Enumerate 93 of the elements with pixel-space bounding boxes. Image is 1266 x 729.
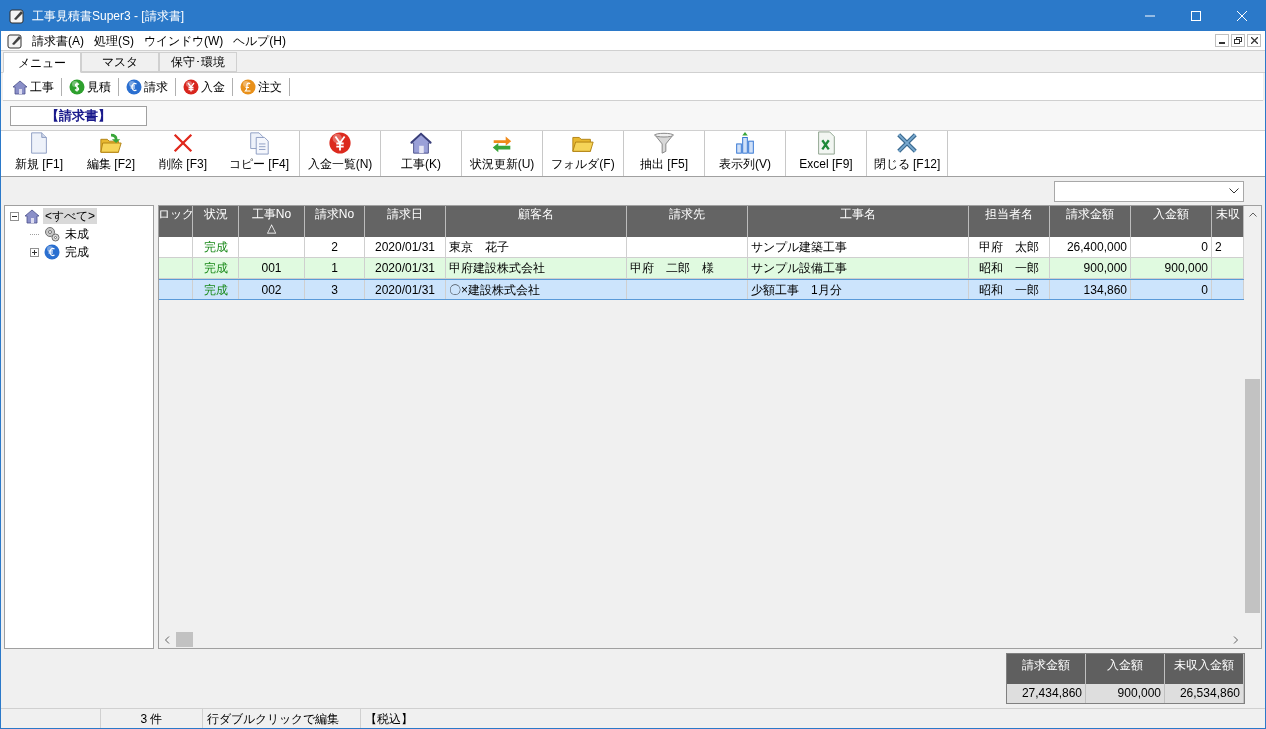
mdi-restore-button[interactable] — [1231, 34, 1245, 47]
app-icon — [9, 8, 25, 24]
maximize-icon — [1191, 11, 1201, 21]
table-cell-text: 2 — [1215, 239, 1222, 256]
table-cell-text: 甲府 二郎 様 — [630, 260, 714, 277]
close-icon — [1237, 11, 1247, 21]
table-cell-text: 1 — [331, 260, 338, 277]
scroll-thumb[interactable] — [176, 632, 193, 647]
table-cell-text: 002 — [261, 281, 282, 299]
table-cell-text: 2020/01/31 — [374, 260, 436, 277]
menu-item[interactable]: ウインドウ(W) — [139, 31, 229, 50]
toolbar-button[interactable]: コピー [F4] — [219, 131, 300, 176]
toolbar-button[interactable]: 新規 [F1] — [3, 131, 75, 176]
totals-value: 900,000 — [1086, 684, 1165, 703]
table-cell-text: 完成 — [203, 260, 228, 277]
restore-icon — [1234, 37, 1242, 44]
funnel-icon — [651, 131, 677, 155]
quick-button[interactable]: 入金 — [182, 77, 226, 96]
toolbar-button[interactable]: フォルダ(F) — [543, 131, 624, 176]
chevron-down-icon — [1229, 188, 1239, 194]
page-title: 【請求書】 — [10, 105, 147, 126]
pound-coin-icon — [240, 78, 256, 95]
yen-coin-icon — [183, 78, 199, 95]
totals-value: 27,434,860 — [1007, 684, 1086, 703]
house-icon — [408, 131, 434, 155]
euro-coin-icon — [44, 244, 60, 260]
table-cell-text: 甲府建設株式会社 — [449, 260, 545, 277]
table-cell-text: サンプル設備工事 — [751, 260, 847, 277]
scroll-thumb[interactable] — [1245, 379, 1260, 613]
tree-item[interactable]: 完成 — [63, 244, 91, 260]
table-cell-text: 〇×建設株式会社 — [449, 281, 540, 299]
table-cell-text: 900,000 — [1164, 260, 1208, 277]
table-cell-text: 昭和 一郎 — [979, 281, 1039, 299]
close-icon — [1250, 37, 1258, 44]
tab[interactable]: マスタ — [81, 52, 159, 72]
table-cell-text: 2020/01/31 — [374, 239, 436, 256]
table-cell-text: サンプル建築工事 — [751, 239, 847, 256]
totals-value: 26,534,860 — [1165, 684, 1244, 703]
table-row[interactable]: 完成 2 2020/01/31 東京 花子 サンプル建築工事 甲府 太郎 26,400,000 0 2 — [159, 237, 1244, 258]
table-cell-text: 完成 — [203, 239, 228, 256]
quick-button[interactable]: 工事 — [11, 77, 55, 96]
status-text: 3 件 — [101, 709, 203, 728]
toolbar-button[interactable]: 削除 [F3] — [147, 131, 219, 176]
window-title: 工事見積書Super3 - [請求書] — [32, 8, 185, 25]
table-cell-text: 0 — [1201, 239, 1208, 256]
table-cell-text: 2 — [331, 239, 338, 256]
collapse-toggle[interactable] — [9, 211, 19, 221]
table-cell-text: 900,000 — [1083, 260, 1127, 277]
house-icon — [24, 208, 40, 224]
table-row[interactable]: 完成 001 1 2020/01/31 甲府建設株式会社 甲府 二郎 様 サンプル設備工事 昭和 一郎 900,000 900,000 — [159, 258, 1244, 279]
mdi-close-button[interactable] — [1247, 34, 1261, 47]
table-cell-text: 134,860 — [1083, 281, 1127, 299]
table-cell-text: 2020/01/31 — [374, 281, 436, 299]
filter-dropdown[interactable] — [1054, 180, 1244, 202]
sort-indicator: △ — [267, 221, 276, 235]
expand-toggle[interactable] — [29, 247, 39, 257]
table-cell-text: 完成 — [203, 281, 228, 299]
menu-item[interactable]: 処理(S) — [89, 31, 139, 50]
tab[interactable]: メニュー — [3, 52, 81, 73]
toolbar-button[interactable]: 状況更新(U) — [462, 131, 543, 176]
toolbar-button[interactable]: 工事(K) — [381, 131, 462, 176]
tab[interactable]: 保守･環境 — [159, 52, 237, 72]
scroll-up-icon — [1248, 212, 1257, 217]
menu-item[interactable]: ヘルプ(H) — [228, 31, 291, 50]
table-cell-text: 001 — [261, 260, 282, 277]
toolbar-button[interactable]: 編集 [F2] — [75, 131, 147, 176]
status-text: 【税込】 — [364, 710, 414, 728]
table-cell-text: 0 — [1201, 281, 1208, 299]
menu-item[interactable]: 請求書(A) — [27, 31, 89, 50]
table-cell-text: 26,400,000 — [1066, 239, 1127, 256]
toolbar-button[interactable]: 入金一覧(N) — [300, 131, 381, 176]
gears-icon — [44, 226, 60, 242]
folder-arrow-icon — [98, 131, 124, 155]
tree-item[interactable]: <すべて> — [43, 208, 97, 224]
tree-item[interactable]: 未成 — [63, 226, 91, 242]
mdi-minimize-button[interactable] — [1215, 34, 1229, 47]
quick-button[interactable]: 請求 — [125, 77, 169, 96]
toolbar-button[interactable]: Excel [F9] — [786, 131, 867, 176]
toolbar-button[interactable]: 閉じる [F12] — [867, 131, 948, 176]
table-cell-text: 3 — [331, 281, 338, 299]
status-text: 行ダブルクリックで編集 — [203, 709, 361, 728]
toolbar-button[interactable]: 抽出 [F5] — [624, 131, 705, 176]
table-cell-text: 甲府 太郎 — [979, 239, 1039, 256]
house-icon — [12, 78, 28, 95]
quick-button[interactable]: 見積 — [68, 77, 112, 96]
dollar-coin-icon — [69, 78, 85, 95]
toolbar-button[interactable]: 表示列(V) — [705, 131, 786, 176]
table-cell-text: 昭和 一郎 — [979, 260, 1039, 277]
table-cell-text: 東京 花子 — [449, 239, 509, 256]
quick-button[interactable]: 注文 — [239, 77, 283, 96]
euro-coin-icon — [126, 78, 142, 95]
table-row[interactable]: 完成 002 3 2020/01/31 〇×建設株式会社 少額工事 1月分 昭和 一郎 134,860 0 — [159, 279, 1244, 300]
table-cell-text: 少額工事 1月分 — [751, 281, 842, 299]
